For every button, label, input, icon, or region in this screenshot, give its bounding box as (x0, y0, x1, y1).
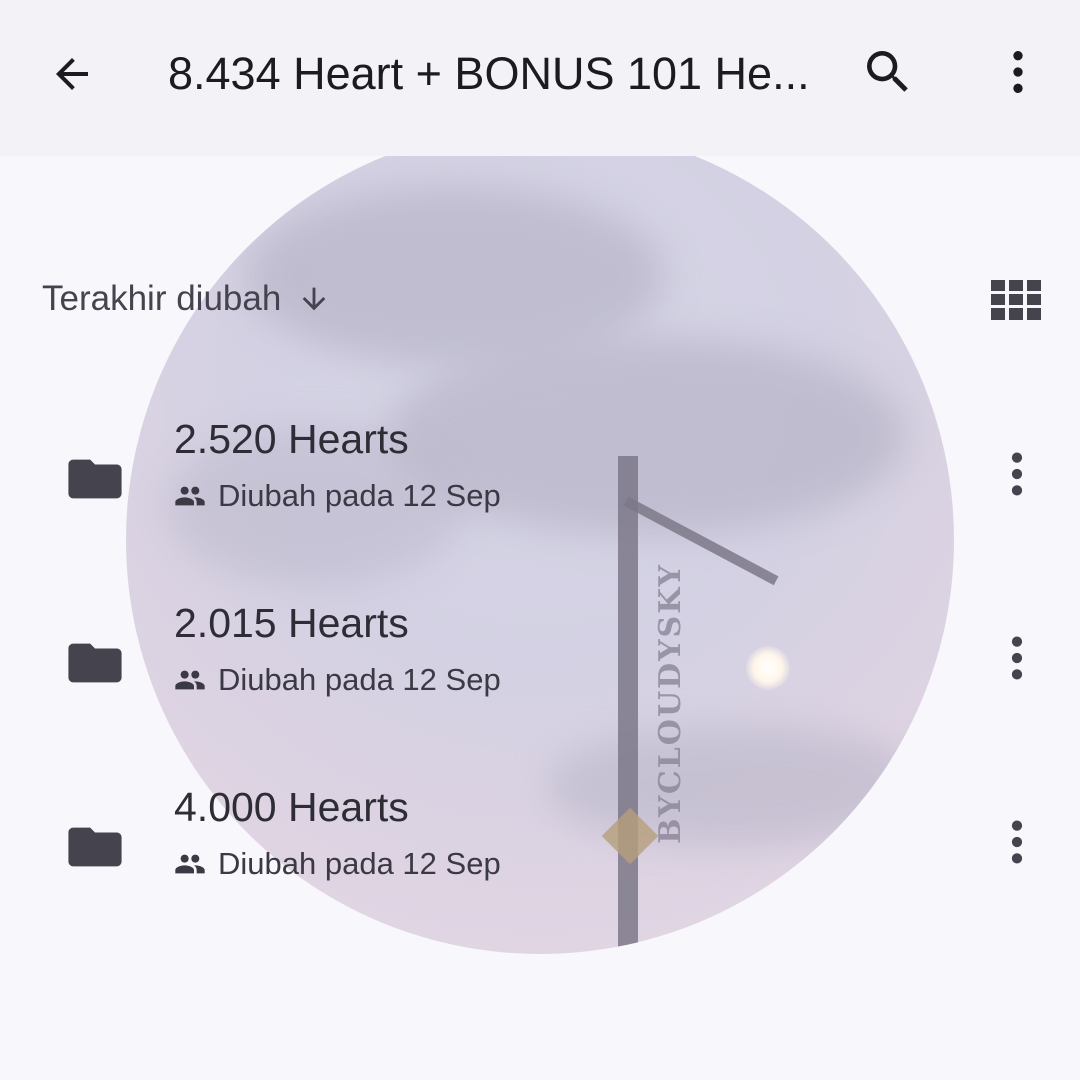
item-more-button[interactable] (994, 436, 1040, 512)
people-icon (175, 486, 205, 506)
file-name: 4.000 Hearts (174, 784, 409, 830)
overflow-menu-button[interactable] (986, 40, 1050, 104)
item-more-button[interactable] (994, 804, 1040, 880)
page-title: 8.434 Heart + BONUS 101 He... (168, 48, 808, 99)
list-item[interactable]: 2.015 Hearts Diubah pada 12 Sep (0, 598, 1080, 748)
file-name: 2.015 Hearts (174, 600, 409, 646)
arrow-down-icon (302, 287, 326, 311)
list-item[interactable]: 2.520 Hearts Diubah pada 12 Sep (0, 414, 1080, 564)
people-icon (175, 854, 205, 874)
file-meta: Diubah pada 12 Sep (174, 844, 501, 884)
more-vert-icon (1013, 51, 1023, 93)
folder-icon (68, 643, 122, 683)
more-vert-icon (1011, 820, 1023, 864)
modified-date: Diubah pada 12 Sep (218, 662, 501, 697)
grid-view-icon (991, 280, 1041, 320)
file-meta: Diubah pada 12 Sep (174, 476, 501, 516)
file-meta: Diubah pada 12 Sep (174, 660, 501, 700)
list-item[interactable]: 4.000 Hearts Diubah pada 12 Sep (0, 782, 1080, 932)
item-more-button[interactable] (994, 620, 1040, 696)
search-icon (867, 51, 908, 92)
sort-label: Terakhir diubah (42, 279, 282, 318)
modified-date: Diubah pada 12 Sep (218, 478, 501, 513)
folder-icon (68, 459, 122, 499)
modified-date: Diubah pada 12 Sep (218, 846, 501, 881)
back-button[interactable] (40, 42, 104, 106)
file-name: 2.520 Hearts (174, 416, 409, 462)
grid-view-toggle-button[interactable] (986, 274, 1046, 326)
more-vert-icon (1011, 636, 1023, 680)
arrow-back-icon (56, 58, 88, 90)
sort-control[interactable]: Terakhir diubah (42, 274, 331, 324)
more-vert-icon (1011, 452, 1023, 496)
folder-icon (68, 827, 122, 867)
search-button[interactable] (856, 40, 920, 104)
top-app-bar: 8.434 Heart + BONUS 101 He... (0, 0, 1080, 156)
people-icon (175, 670, 205, 690)
